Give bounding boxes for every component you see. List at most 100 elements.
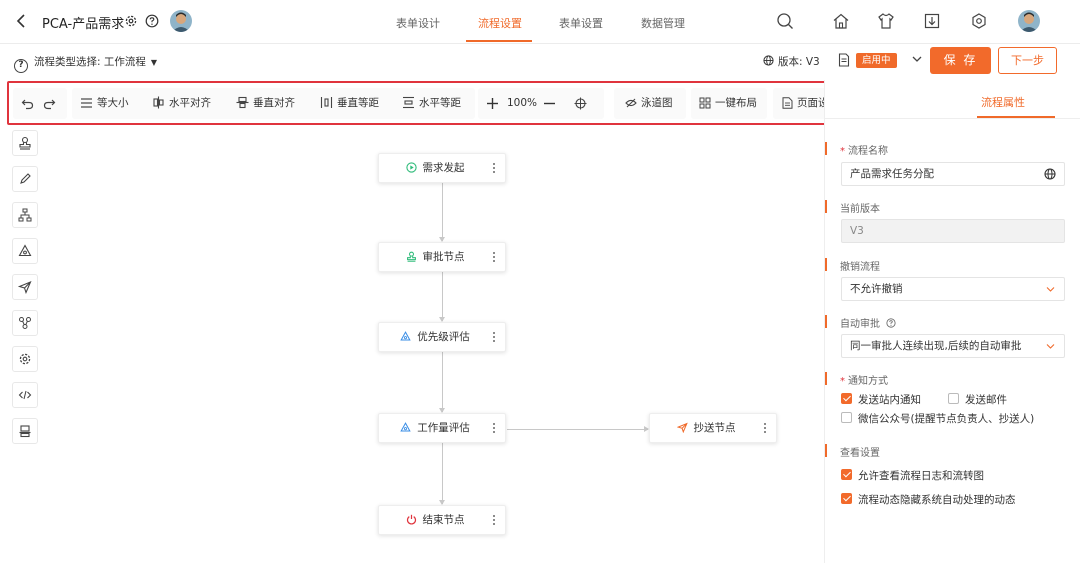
more-vertical-icon[interactable]: [762, 421, 768, 435]
shirt-icon[interactable]: [877, 12, 895, 30]
flow-node-cc[interactable]: 抄送节点: [649, 413, 777, 443]
more-vertical-icon[interactable]: [491, 161, 497, 175]
subprocess-node-tool[interactable]: [12, 418, 38, 444]
zoom-in-icon[interactable]: [486, 97, 499, 110]
branch-node-tool[interactable]: [12, 202, 38, 228]
connector-line: [442, 352, 443, 412]
auto-layout-group: 一键布局: [691, 88, 767, 119]
back-arrow-icon[interactable]: [14, 12, 28, 30]
horizontal-spacing-button[interactable]: 水平等距: [402, 88, 461, 119]
flow-node-workload[interactable]: 工作量评估: [378, 413, 506, 443]
tab-flow-properties[interactable]: 流程属性: [981, 94, 1025, 110]
checkbox-unchecked: [948, 393, 959, 404]
play-circle-icon: [405, 162, 417, 173]
hide-auto-label: 流程动态隐藏系统自动处理的动态: [858, 494, 1016, 506]
checkbox-checked: [841, 469, 852, 480]
more-vertical-icon[interactable]: [491, 421, 497, 435]
tab-form-design[interactable]: 表单设计: [396, 15, 440, 31]
robot-icon: [19, 425, 31, 438]
notify-site-checkbox[interactable]: 发送站内通知: [841, 392, 921, 407]
equal-lines-icon: [81, 98, 92, 108]
help-icon[interactable]: [145, 14, 159, 28]
vertical-align-button[interactable]: 垂直对齐: [236, 88, 295, 119]
flow-node-end[interactable]: 结束节点: [378, 505, 506, 535]
notify-wechat-checkbox[interactable]: 微信公众号(提醒节点负责人、抄送人): [841, 411, 1034, 426]
caret-down-icon: ▼: [150, 58, 158, 67]
vertical-spacing-button[interactable]: 垂直等距: [320, 88, 379, 119]
gear-icon: [19, 353, 31, 365]
undo-icon[interactable]: [21, 97, 34, 110]
flow-node-approve[interactable]: 审批节点: [378, 242, 506, 272]
page-icon: [782, 97, 793, 109]
horizontal-align-button[interactable]: 水平对齐: [152, 88, 211, 119]
question-icon: ?: [14, 59, 28, 73]
swimlane-button[interactable]: 泳道图: [625, 88, 673, 119]
handler-node-tool[interactable]: [12, 166, 38, 192]
checkbox-checked: [841, 393, 852, 404]
flow-type-selector[interactable]: ? 流程类型选择: 工作流程 ▼: [14, 54, 157, 73]
notify-wechat-label: 微信公众号(提醒节点负责人、抄送人): [858, 413, 1035, 425]
auto-layout-button[interactable]: 一键布局: [699, 88, 757, 119]
user-avatar[interactable]: [1018, 10, 1040, 32]
tab-flow-settings[interactable]: 流程设置: [478, 15, 522, 31]
auto-approve-select[interactable]: 同一审批人连续出现,后续的自动审批: [841, 334, 1065, 358]
search-icon[interactable]: [776, 12, 794, 30]
flow-node-priority[interactable]: 优先级评估: [378, 322, 506, 352]
notify-mail-checkbox[interactable]: 发送邮件: [948, 392, 1007, 407]
same-size-button[interactable]: 等大小: [80, 88, 129, 119]
sub-bar: ? 流程类型选择: 工作流程 ▼ 版本: V3 启用中 保 存 下一步: [0, 44, 1080, 78]
download-icon[interactable]: [923, 12, 941, 30]
tab-form-settings[interactable]: 表单设置: [559, 15, 603, 31]
redo-icon[interactable]: [43, 97, 56, 110]
node-label: 需求发起: [422, 162, 465, 174]
connector-line: [442, 182, 443, 241]
more-vertical-icon[interactable]: [491, 250, 497, 264]
globe-icon[interactable]: [1044, 168, 1056, 180]
next-step-button[interactable]: 下一步: [998, 47, 1057, 74]
automation-node-tool[interactable]: [12, 346, 38, 372]
home-icon[interactable]: [832, 12, 850, 30]
parallel-node-tool[interactable]: [12, 310, 38, 336]
connector-line: [442, 443, 443, 504]
stamp-icon: [406, 251, 416, 262]
node-label: 审批节点: [422, 251, 465, 263]
settings-gear-icon[interactable]: [124, 14, 138, 28]
notify-site-label: 发送站内通知: [858, 394, 921, 406]
zoom-out-icon[interactable]: [543, 97, 556, 110]
pen-icon: [20, 173, 31, 184]
flow-node-start[interactable]: 需求发起: [378, 153, 506, 183]
evaluate-node-tool[interactable]: [12, 238, 38, 264]
more-vertical-icon[interactable]: [491, 330, 497, 344]
hide-auto-checkbox[interactable]: 流程动态隐藏系统自动处理的动态: [841, 492, 1016, 507]
save-button[interactable]: 保 存: [930, 47, 991, 74]
connector-line: [507, 429, 648, 430]
revoke-flow-select[interactable]: 不允许撤销: [841, 277, 1065, 301]
tab-data-management[interactable]: 数据管理: [641, 15, 685, 31]
revoke-flow-value: 不允许撤销: [850, 283, 903, 295]
more-vertical-icon[interactable]: [491, 513, 497, 527]
view-log-checkbox[interactable]: 允许查看流程日志和流转图: [841, 468, 984, 483]
user-avatar[interactable]: [170, 10, 192, 32]
vertical-align-icon: [236, 96, 249, 109]
flow-name-value: 产品需求任务分配: [850, 168, 934, 180]
undo-redo-group: [13, 88, 67, 119]
fit-view-icon[interactable]: [574, 97, 587, 110]
vertical-spacing-icon: [320, 97, 333, 108]
horizontal-align-icon: [153, 96, 164, 109]
hexagon-settings-icon[interactable]: [970, 12, 988, 30]
current-version-label: 当前版本: [825, 200, 880, 215]
top-bar: PCA-产品需求 表单设计 流程设置 表单设置 数据管理: [0, 0, 1080, 44]
swimlane-label: 泳道图: [641, 97, 673, 109]
approver-node-tool[interactable]: [12, 130, 38, 156]
code-node-tool[interactable]: [12, 382, 38, 408]
chevron-down-icon: [1046, 287, 1055, 292]
help-icon[interactable]: [886, 318, 896, 328]
horizontal-spacing-label: 水平等距: [419, 97, 461, 109]
document-icon[interactable]: [838, 53, 850, 67]
chevron-down-icon[interactable]: [911, 53, 923, 65]
current-version-input: V3: [841, 219, 1065, 243]
checkbox-checked: [841, 493, 852, 504]
cc-node-tool[interactable]: [12, 274, 38, 300]
vertical-spacing-label: 垂直等距: [337, 97, 379, 109]
flow-name-input[interactable]: 产品需求任务分配: [841, 162, 1065, 186]
